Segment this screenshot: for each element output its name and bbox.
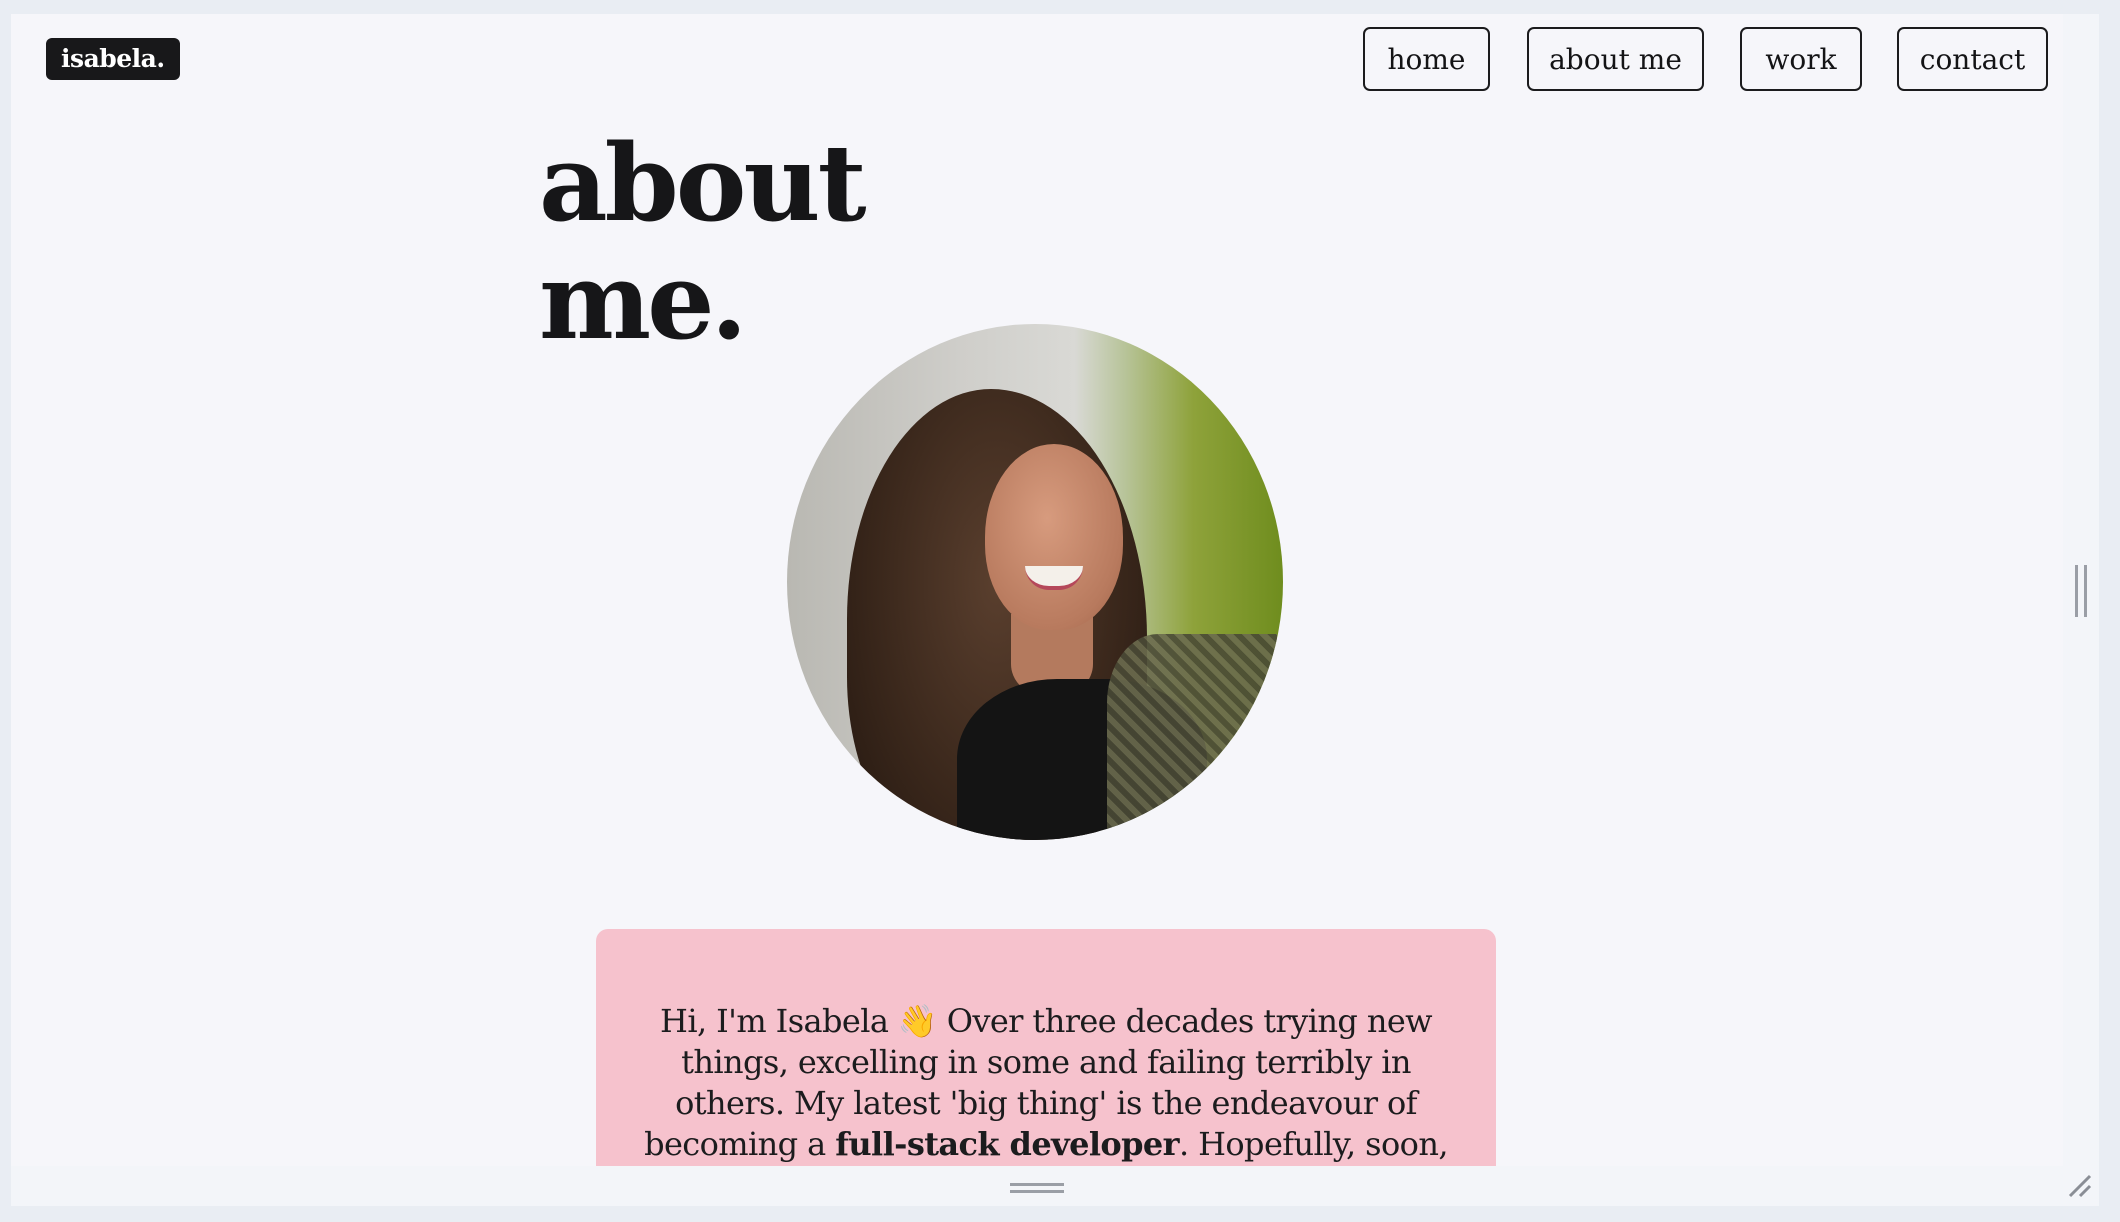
portrait-shawl [1107, 634, 1277, 840]
site-logo[interactable]: isabela. [46, 38, 180, 80]
nav-home-button[interactable]: home [1363, 27, 1490, 91]
portrait-face [985, 444, 1123, 630]
portrait-photo [787, 324, 1283, 840]
horizontal-resize-handle[interactable] [1010, 1183, 1064, 1193]
bio-text: Hi, I'm Isabela 👋 Over three decades try… [632, 1001, 1460, 1166]
page-title-line2: me. [539, 238, 748, 363]
viewport: isabela. home about me work contact abou… [11, 14, 2063, 1166]
nav-contact-button[interactable]: contact [1897, 27, 2048, 91]
page-title-line1: about [539, 120, 867, 245]
bio-card: Hi, I'm Isabela 👋 Over three decades try… [596, 929, 1496, 1166]
vertical-resize-handle[interactable] [2075, 565, 2087, 617]
page-title: about me. [539, 120, 867, 363]
resize-grip-icon[interactable] [2066, 1172, 2094, 1200]
nav-work-button[interactable]: work [1740, 27, 1862, 91]
bio-highlight: full-stack developer [835, 1125, 1179, 1163]
nav-about-me-button[interactable]: about me [1527, 27, 1704, 91]
